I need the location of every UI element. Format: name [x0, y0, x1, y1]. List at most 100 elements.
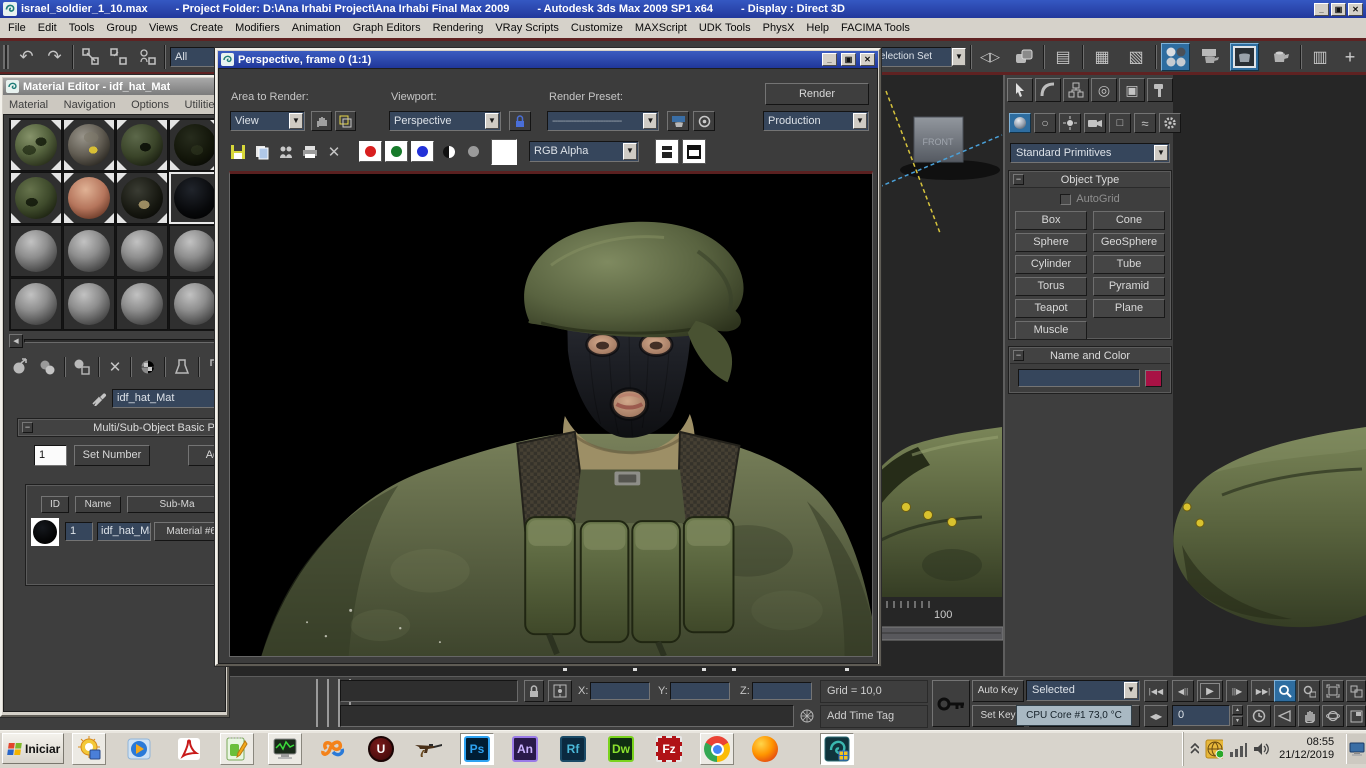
- key-lock-button[interactable]: [932, 680, 970, 727]
- save-image-icon[interactable]: [227, 141, 249, 163]
- category-cameras[interactable]: [1084, 113, 1106, 133]
- zoom-extents-all-button[interactable]: [1346, 680, 1366, 702]
- channel-dropdown[interactable]: RGB Alpha▼: [529, 141, 639, 162]
- menu-vray-scripts[interactable]: VRay Scripts: [489, 20, 565, 36]
- menu-modifiers[interactable]: Modifiers: [229, 20, 286, 36]
- material-slot[interactable]: [116, 278, 168, 330]
- tab-utilities[interactable]: [1147, 78, 1173, 102]
- tab-motion[interactable]: ◎: [1091, 78, 1117, 102]
- tab-create[interactable]: [1007, 78, 1033, 102]
- collapse-icon[interactable]: −: [1013, 350, 1024, 361]
- menu-physx[interactable]: PhysX: [757, 20, 801, 36]
- slot-scroll-left[interactable]: ◀: [9, 334, 23, 348]
- category-shapes[interactable]: ○: [1034, 113, 1056, 133]
- lock-pan-icon[interactable]: [311, 111, 332, 131]
- blue-channel-toggle[interactable]: [411, 141, 434, 162]
- firefox-icon[interactable]: [748, 733, 782, 765]
- transform-typein-button[interactable]: [548, 680, 572, 702]
- material-slot[interactable]: [10, 278, 62, 330]
- zoom-button[interactable]: [1274, 680, 1296, 702]
- tray-expand-icon[interactable]: [1190, 743, 1199, 755]
- 3dsmax-taskbar-icon[interactable]: [820, 733, 854, 765]
- material-slot[interactable]: [63, 278, 115, 330]
- ak47-icon[interactable]: [412, 733, 446, 765]
- unreal-icon[interactable]: U: [364, 733, 398, 765]
- alpha-channel-toggle[interactable]: [439, 141, 459, 162]
- button-teapot[interactable]: Teapot: [1015, 299, 1087, 318]
- area-to-render-dropdown[interactable]: View▼: [230, 111, 305, 131]
- selection-mode-dropdown[interactable]: Selected▼: [1026, 680, 1140, 701]
- spinner-up[interactable]: ▲: [1232, 705, 1243, 715]
- render-setup-icon[interactable]: [1196, 44, 1225, 70]
- tab-hierarchy[interactable]: [1063, 78, 1089, 102]
- selection-lock-button[interactable]: [524, 680, 544, 702]
- menu-create[interactable]: Create: [184, 20, 229, 36]
- show-desktop-button[interactable]: [1346, 734, 1366, 764]
- button-torus[interactable]: Torus: [1015, 277, 1087, 296]
- goto-end-button[interactable]: ▶▶|: [1251, 680, 1275, 702]
- select-link-icon[interactable]: [78, 44, 103, 69]
- submaterial-name-field[interactable]: idf_hat_Ma: [97, 522, 151, 541]
- menu-udk-tools[interactable]: UDK Tools: [693, 20, 757, 36]
- z-field[interactable]: [752, 682, 812, 700]
- dreamweaver-icon[interactable]: Dw: [604, 733, 638, 765]
- rendered-frame-icon[interactable]: [1230, 43, 1259, 71]
- bind-spacewarp-icon[interactable]: [134, 44, 159, 69]
- acrobat-reader-icon[interactable]: [172, 733, 206, 765]
- curve-editor-icon[interactable]: ▦: [1088, 44, 1116, 70]
- button-pyramid[interactable]: Pyramid: [1093, 277, 1165, 296]
- restore-button[interactable]: ▣: [1331, 3, 1346, 16]
- material-slot[interactable]: [63, 172, 115, 224]
- pan-hand-button[interactable]: [1298, 705, 1320, 727]
- material-name-field[interactable]: idf_hat_Mat: [112, 389, 228, 408]
- button-cone[interactable]: Cone: [1093, 211, 1165, 230]
- schematic-view-icon[interactable]: ▧: [1122, 44, 1150, 70]
- menu-help[interactable]: Help: [800, 20, 835, 36]
- print-icon[interactable]: [299, 141, 321, 163]
- unlink-icon[interactable]: [106, 44, 131, 69]
- mirror-icon[interactable]: ◁▷: [976, 44, 1004, 70]
- signal-strength-icon[interactable]: [1229, 741, 1247, 757]
- fov-button[interactable]: [1274, 705, 1296, 727]
- screenshot-tool-icon[interactable]: [72, 733, 106, 765]
- menu-rendering[interactable]: Rendering: [427, 20, 490, 36]
- green-channel-toggle[interactable]: [385, 141, 408, 162]
- viewport-lock-icon[interactable]: [509, 111, 531, 131]
- chrome-icon[interactable]: [700, 733, 734, 765]
- redo-icon[interactable]: ↷: [42, 44, 67, 69]
- spinner-down[interactable]: ▼: [1232, 716, 1243, 726]
- notepadpp-icon[interactable]: [220, 733, 254, 765]
- set-number-field[interactable]: 1: [34, 445, 67, 466]
- get-material-icon[interactable]: [8, 355, 32, 379]
- menu-group[interactable]: Group: [100, 20, 143, 36]
- menu-graph-editors[interactable]: Graph Editors: [347, 20, 427, 36]
- set-number-button[interactable]: Set Number: [74, 445, 150, 466]
- material-slot[interactable]: [63, 225, 115, 277]
- material-slot[interactable]: [116, 172, 168, 224]
- isolate-cube-icon[interactable]: [797, 705, 817, 727]
- selection-mode-arrow[interactable]: ▼: [1124, 682, 1138, 699]
- material-slot[interactable]: [10, 225, 62, 277]
- media-player-icon[interactable]: [122, 733, 156, 765]
- button-box[interactable]: Box: [1015, 211, 1087, 230]
- key-mode-button[interactable]: ◀▶: [1144, 705, 1168, 727]
- object-color-swatch[interactable]: [1145, 370, 1162, 387]
- next-frame-button[interactable]: ||▶: [1226, 680, 1248, 702]
- button-cylinder[interactable]: Cylinder: [1015, 255, 1087, 274]
- material-slot[interactable]: [169, 225, 221, 277]
- collapse-icon[interactable]: −: [1013, 174, 1024, 185]
- material-slot-selected[interactable]: [169, 172, 221, 224]
- button-muscle[interactable]: Muscle: [1015, 321, 1087, 340]
- minimize-button[interactable]: _: [822, 53, 837, 66]
- category-lights[interactable]: [1059, 113, 1081, 133]
- render-preset-dropdown[interactable]: --------------------------▼: [547, 111, 659, 131]
- time-config-button[interactable]: [1247, 705, 1271, 727]
- add-time-tag-box[interactable]: Add Time Tag: [820, 705, 928, 728]
- put-material-icon[interactable]: [36, 355, 60, 379]
- x-field[interactable]: [590, 682, 650, 700]
- close-button[interactable]: ✕: [1348, 3, 1363, 16]
- volume-icon[interactable]: [1253, 741, 1269, 757]
- y-field[interactable]: [670, 682, 730, 700]
- add-toolbar-icon[interactable]: +: [1338, 44, 1362, 70]
- play-button[interactable]: ▶: [1197, 680, 1223, 702]
